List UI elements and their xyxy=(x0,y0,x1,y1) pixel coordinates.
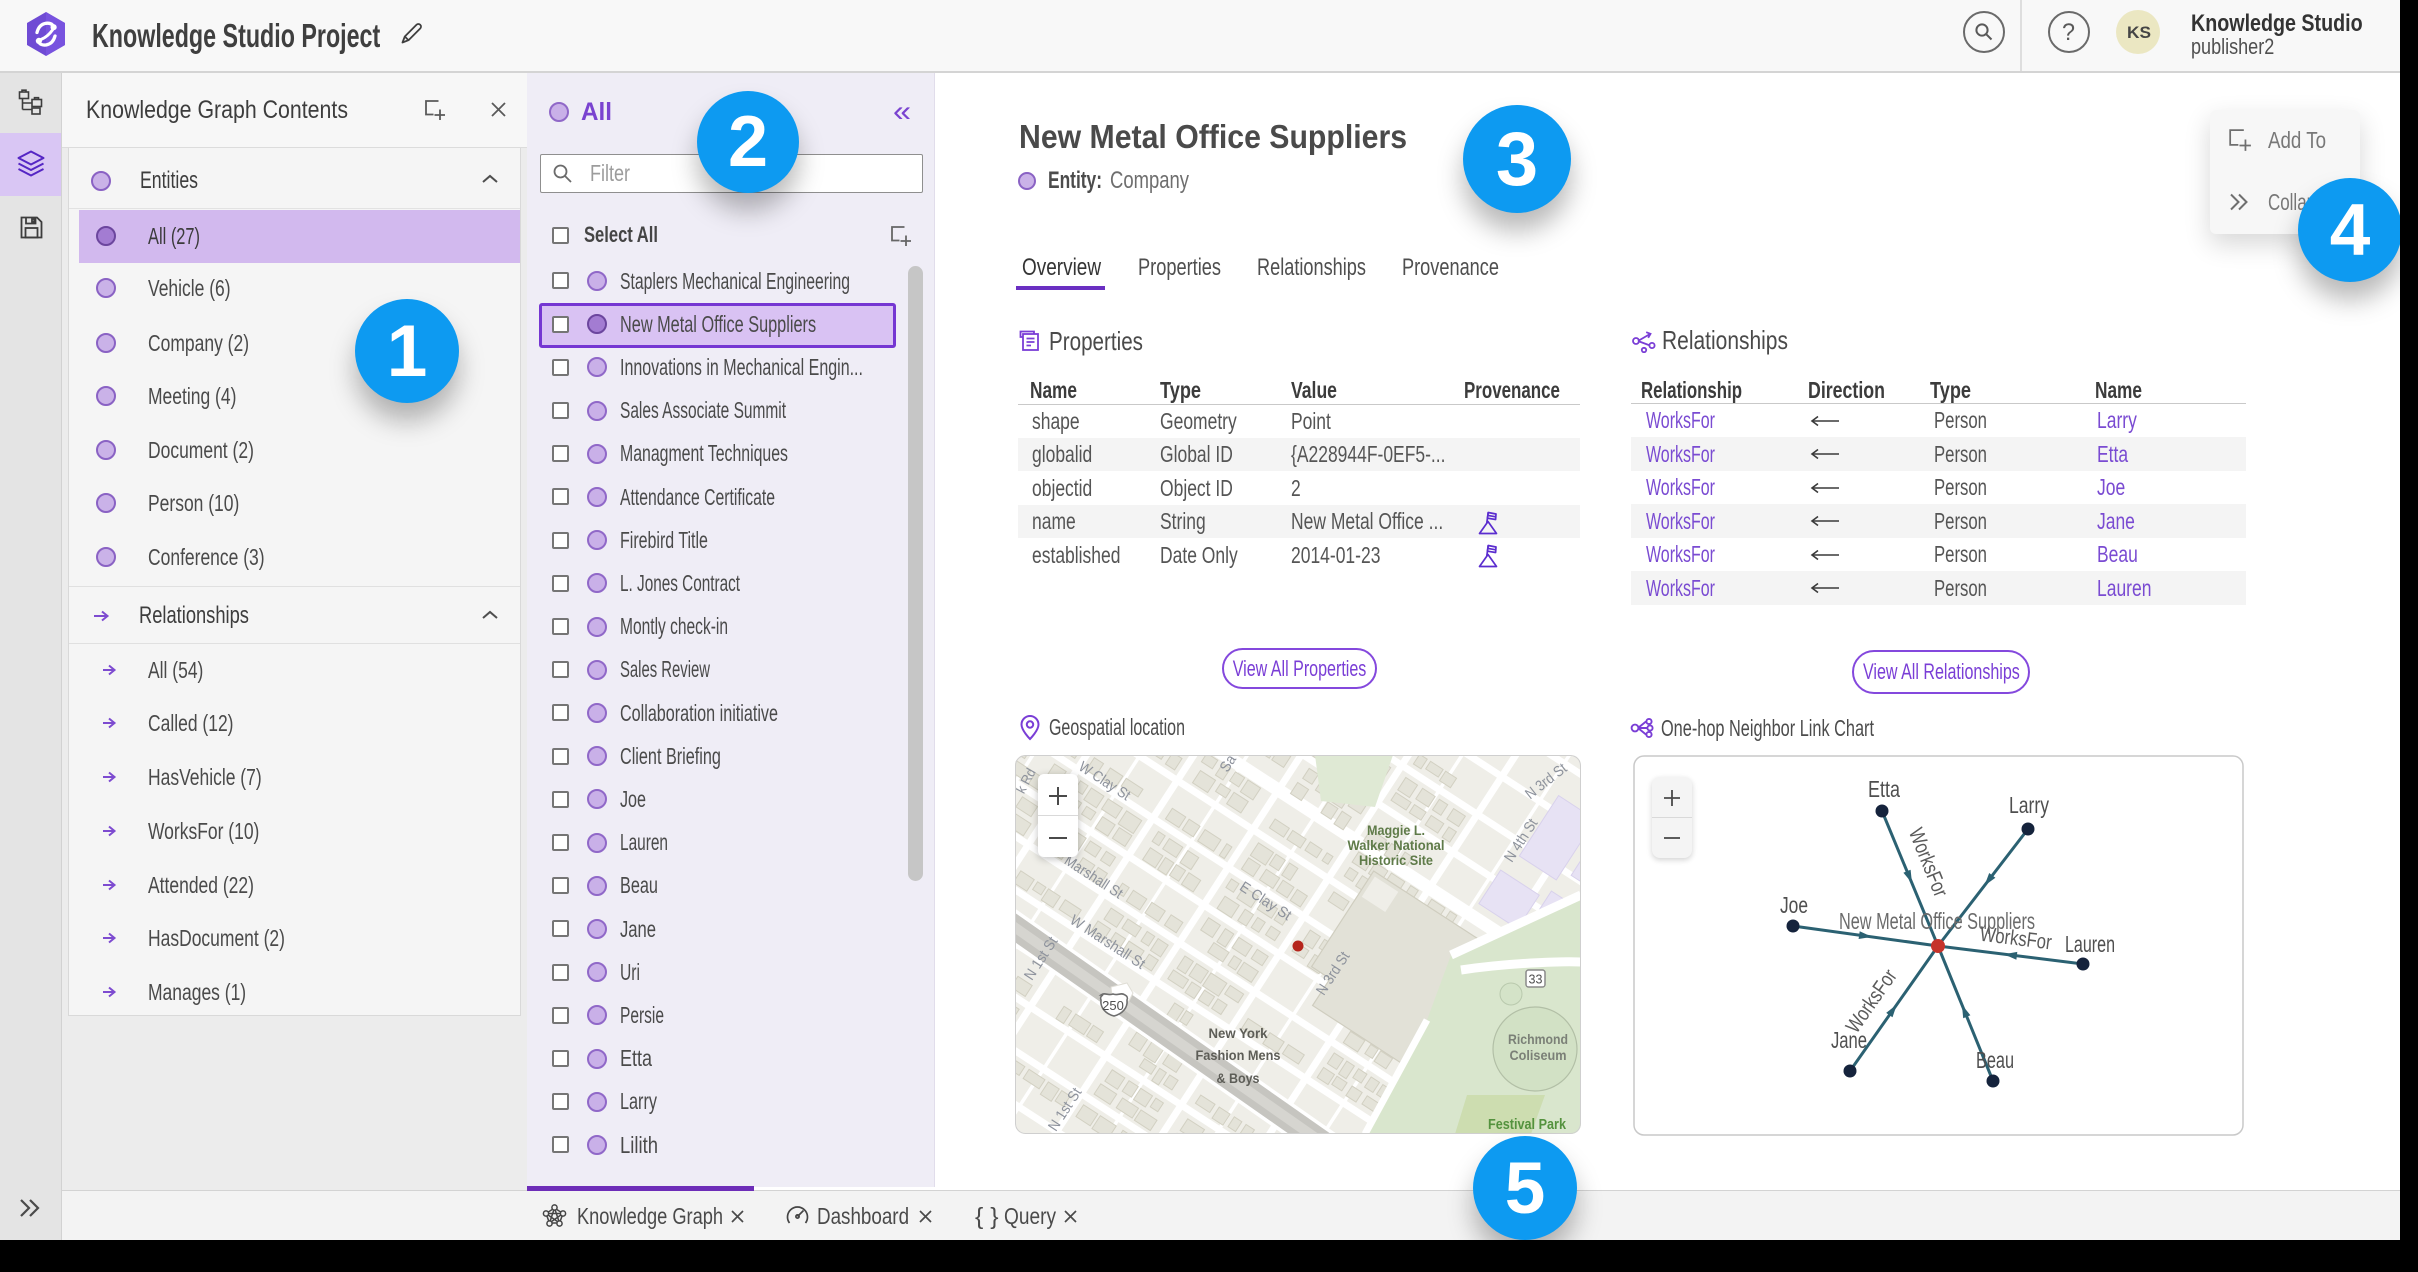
svg-text:Fashion Mens: Fashion Mens xyxy=(1196,1047,1281,1063)
svg-text:Richmond: Richmond xyxy=(1508,1031,1568,1047)
svg-text:Etta: Etta xyxy=(1868,776,1900,802)
svg-text:Beau: Beau xyxy=(1976,1047,2014,1073)
svg-text:Maggie L.: Maggie L. xyxy=(1367,822,1425,838)
svg-text:& Boys: & Boys xyxy=(1217,1070,1260,1086)
svg-text:Larry: Larry xyxy=(2009,792,2049,818)
svg-text:Historic Site: Historic Site xyxy=(1359,852,1433,868)
svg-text:Festival Park: Festival Park xyxy=(1488,1116,1567,1133)
svg-text:New York: New York xyxy=(1209,1025,1268,1041)
svg-text:Joe: Joe xyxy=(1780,892,1808,918)
svg-text:Coliseum: Coliseum xyxy=(1510,1047,1567,1063)
svg-text:Walker National: Walker National xyxy=(1348,837,1445,853)
svg-text:250: 250 xyxy=(1102,998,1124,1013)
svg-text:33: 33 xyxy=(1529,973,1543,987)
svg-text:Lauren: Lauren xyxy=(2065,931,2115,957)
